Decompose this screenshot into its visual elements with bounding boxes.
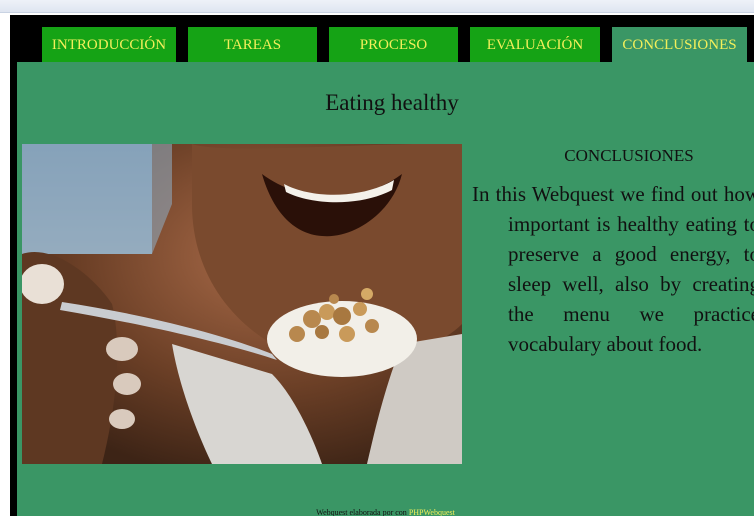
healthy-eating-photo: [22, 144, 462, 464]
page-title: Eating healthy: [325, 90, 459, 115]
browser-top-strip: [0, 0, 754, 13]
tab-evaluacion[interactable]: EVALUACIÓN: [470, 27, 600, 63]
photo-illustration: [22, 144, 462, 464]
footer-text: Webquest elaborada por con: [316, 508, 407, 516]
tab-tareas[interactable]: TAREAS: [188, 27, 317, 63]
footer: Webquest elaborada por con PHPWebquest: [17, 508, 754, 516]
section-body: In this Webquest we find out how importa…: [472, 182, 754, 356]
tab-proceso[interactable]: PROCESO: [329, 27, 458, 63]
section-heading: CONCLUSIONES: [564, 146, 694, 165]
tab-introduccion[interactable]: INTRODUCCIÓN: [42, 27, 176, 63]
content-panel: Eating healthy CONCLUSIONES In this Webq…: [17, 62, 754, 516]
footer-link[interactable]: PHPWebquest: [409, 508, 455, 516]
tab-conclusiones[interactable]: CONCLUSIONES: [612, 27, 747, 63]
